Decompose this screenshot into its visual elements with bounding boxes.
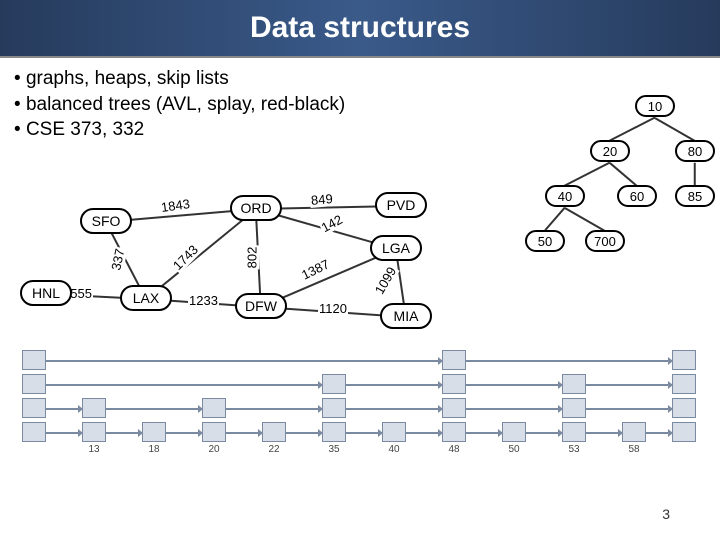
tree-node: 700 — [585, 230, 625, 252]
page-number: 3 — [662, 506, 670, 522]
skiplist-edge — [346, 384, 442, 386]
graph-node: MIA — [380, 303, 432, 329]
bullet-item: graphs, heaps, skip lists — [14, 66, 706, 92]
skiplist-node — [22, 374, 46, 394]
skiplist-node — [202, 398, 226, 418]
tree-node: 10 — [635, 95, 675, 117]
tree-node: 20 — [590, 140, 630, 162]
edge-weight: 1233 — [188, 293, 219, 308]
tree-node: 40 — [545, 185, 585, 207]
skiplist-node — [672, 350, 696, 370]
graph-node: LAX — [120, 285, 172, 311]
skiplist-edge — [526, 432, 562, 434]
slide-title: Data structures — [250, 11, 470, 45]
skiplist-edge — [346, 408, 442, 410]
skiplist-node — [322, 398, 346, 418]
skiplist-value: 20 — [202, 444, 226, 455]
tree-edge — [544, 207, 565, 231]
graph-node: SFO — [80, 208, 132, 234]
skiplist-node — [442, 350, 466, 370]
graph-node: ORD — [230, 195, 282, 221]
skiplist-edge — [466, 360, 672, 362]
skiplist-node — [22, 422, 46, 442]
skiplist-edge — [406, 432, 442, 434]
tree-node: 85 — [675, 185, 715, 207]
skiplist-node — [672, 374, 696, 394]
skiplist-edge — [46, 384, 322, 386]
skiplist-value: 22 — [262, 444, 286, 455]
skiplist-node — [672, 398, 696, 418]
skiplist-node — [142, 422, 166, 442]
skiplist-node — [502, 422, 526, 442]
edge-weight: 1843 — [159, 196, 192, 215]
skiplist-value: 53 — [562, 444, 586, 455]
graph-diagram: 2555337184317431233802849142138711201099… — [20, 180, 470, 330]
edge-weight: 1120 — [318, 301, 348, 316]
skiplist-node — [442, 398, 466, 418]
tree-edge — [610, 162, 638, 186]
edge-weight: 849 — [309, 191, 334, 208]
skiplist-node — [322, 422, 346, 442]
tree-edge — [565, 207, 606, 231]
graph-node: PVD — [375, 192, 427, 218]
skiplist-node — [22, 398, 46, 418]
skiplist-edge — [226, 432, 262, 434]
skiplist-node — [562, 398, 586, 418]
skiplist-edge — [466, 408, 562, 410]
tree-edge — [655, 117, 696, 141]
skiplist-edge — [466, 384, 562, 386]
tree-edge — [565, 162, 611, 186]
edge-weight: 1099 — [371, 263, 399, 297]
skiplist-diagram: 13 18 20 22 35 40 48 50 53 58 — [22, 350, 698, 490]
skiplist-edge — [586, 384, 672, 386]
skiplist-edge — [106, 432, 142, 434]
skiplist-node — [382, 422, 406, 442]
graph-node: DFW — [235, 293, 287, 319]
graph-node: LGA — [370, 235, 422, 261]
skiplist-edge — [466, 432, 502, 434]
tree-edge — [610, 117, 656, 141]
skiplist-value: 40 — [382, 444, 406, 455]
skiplist-value: 13 — [82, 444, 106, 455]
skiplist-node — [202, 422, 226, 442]
tree-diagram: 10 20 80 40 60 85 50 700 — [470, 90, 720, 270]
skiplist-edge — [46, 432, 82, 434]
skiplist-edge — [286, 432, 322, 434]
skiplist-edge — [226, 408, 322, 410]
skiplist-value: 35 — [322, 444, 346, 455]
tree-node: 80 — [675, 140, 715, 162]
skiplist-value: 48 — [442, 444, 466, 455]
skiplist-edge — [646, 432, 672, 434]
skiplist-node — [622, 422, 646, 442]
skiplist-node — [322, 374, 346, 394]
skiplist-node — [22, 350, 46, 370]
skiplist-edge — [106, 408, 202, 410]
skiplist-edge — [586, 408, 672, 410]
edge-weight: 802 — [244, 246, 259, 270]
edge-weight: 337 — [108, 246, 128, 272]
skiplist-node — [262, 422, 286, 442]
tree-node: 60 — [617, 185, 657, 207]
tree-edge — [694, 163, 696, 186]
title-bar: Data structures — [0, 0, 720, 58]
skiplist-value: 50 — [502, 444, 526, 455]
skiplist-node — [82, 422, 106, 442]
skiplist-value: 58 — [622, 444, 646, 455]
skiplist-edge — [346, 432, 382, 434]
skiplist-node — [442, 374, 466, 394]
skiplist-node — [562, 374, 586, 394]
skiplist-node — [82, 398, 106, 418]
skiplist-node — [672, 422, 696, 442]
skiplist-edge — [46, 360, 442, 362]
skiplist-edge — [46, 408, 82, 410]
skiplist-edge — [166, 432, 202, 434]
skiplist-node — [442, 422, 466, 442]
skiplist-edge — [586, 432, 622, 434]
tree-node: 50 — [525, 230, 565, 252]
skiplist-node — [562, 422, 586, 442]
graph-node: HNL — [20, 280, 72, 306]
skiplist-value: 18 — [142, 444, 166, 455]
